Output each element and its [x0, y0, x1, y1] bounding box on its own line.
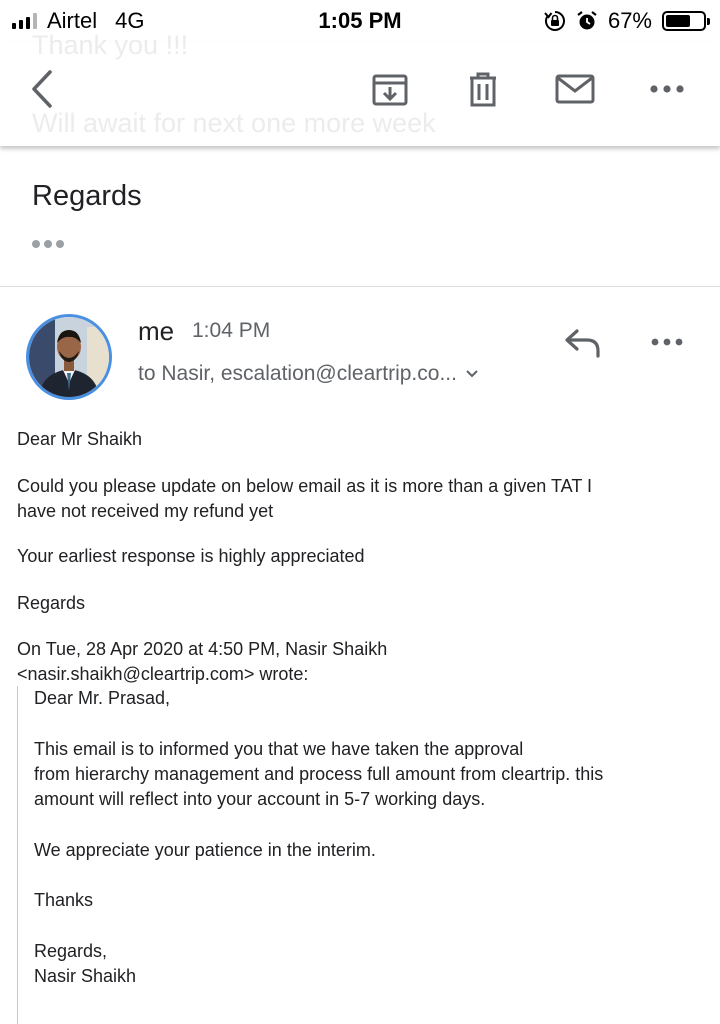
quoted-line: amount will reflect into your account in…	[34, 789, 486, 809]
back-button[interactable]	[18, 64, 68, 114]
mark-unread-button[interactable]	[550, 64, 600, 114]
body-closing: Regards	[17, 593, 86, 613]
body-paragraph: Your earliest response is highly appreci…	[17, 546, 365, 566]
reply-button[interactable]	[560, 322, 606, 362]
body-paragraph-line: Could you please update on below email a…	[17, 476, 592, 496]
more-icon	[651, 338, 683, 346]
previous-message-closing: Regards	[32, 180, 142, 212]
back-icon	[32, 70, 52, 108]
body-paragraph-line: have not received my refund yet	[17, 501, 274, 521]
profile-photo	[29, 317, 109, 397]
quoted-signature: Nasir Shaikh	[34, 966, 137, 986]
quoted-line: This email is to informed you that we ha…	[34, 739, 524, 759]
avatar[interactable]	[26, 314, 112, 400]
recipients-text: to Nasir, escalation@cleartrip.co...	[138, 362, 457, 385]
recipients-toggle[interactable]: to Nasir, escalation@cleartrip.co...	[138, 362, 479, 386]
delete-button[interactable]	[458, 64, 508, 114]
sender-name: me	[138, 316, 175, 346]
orientation-lock-icon	[544, 11, 565, 31]
quote-header-line: <nasir.shaikh@cleartrip.com> wrote:	[17, 664, 309, 684]
mail-icon	[555, 74, 595, 104]
quoted-thanks: Thanks	[34, 890, 94, 910]
more-icon	[650, 85, 684, 93]
quoted-greeting: Dear Mr. Prasad,	[34, 688, 171, 708]
reply-icon	[565, 329, 600, 358]
message-more-button[interactable]	[642, 322, 692, 362]
archive-icon	[372, 74, 408, 106]
archive-button[interactable]	[365, 64, 415, 114]
message-time: 1:04 PM	[192, 319, 271, 342]
body-greeting: Dear Mr Shaikh	[17, 429, 143, 449]
quoted-appreciation: We appreciate your patience in the inter…	[34, 840, 376, 860]
status-bar: Airtel 4G 1:05 PM 67%	[0, 0, 720, 42]
quoted-message: Dear Mr. Prasad, This email is to inform…	[17, 686, 713, 1024]
network-label: 4G	[115, 8, 145, 33]
quoted-regards: Regards,	[34, 941, 108, 961]
show-trimmed-content-button[interactable]	[32, 240, 64, 248]
battery-percent: 67%	[607, 8, 652, 33]
quote-header-line: On Tue, 28 Apr 2020 at 4:50 PM, Nasir Sh…	[17, 639, 388, 659]
battery-icon	[662, 11, 710, 31]
message-divider	[0, 286, 720, 287]
signal-icon	[12, 13, 37, 29]
message-toolbar	[0, 42, 720, 146]
carrier-label: Airtel	[47, 8, 98, 33]
more-options-button[interactable]	[642, 64, 692, 114]
trash-icon	[470, 72, 496, 107]
quoted-line: from hierarchy management and process fu…	[34, 764, 604, 784]
chevron-down-icon	[466, 370, 478, 378]
alarm-icon	[577, 11, 597, 30]
